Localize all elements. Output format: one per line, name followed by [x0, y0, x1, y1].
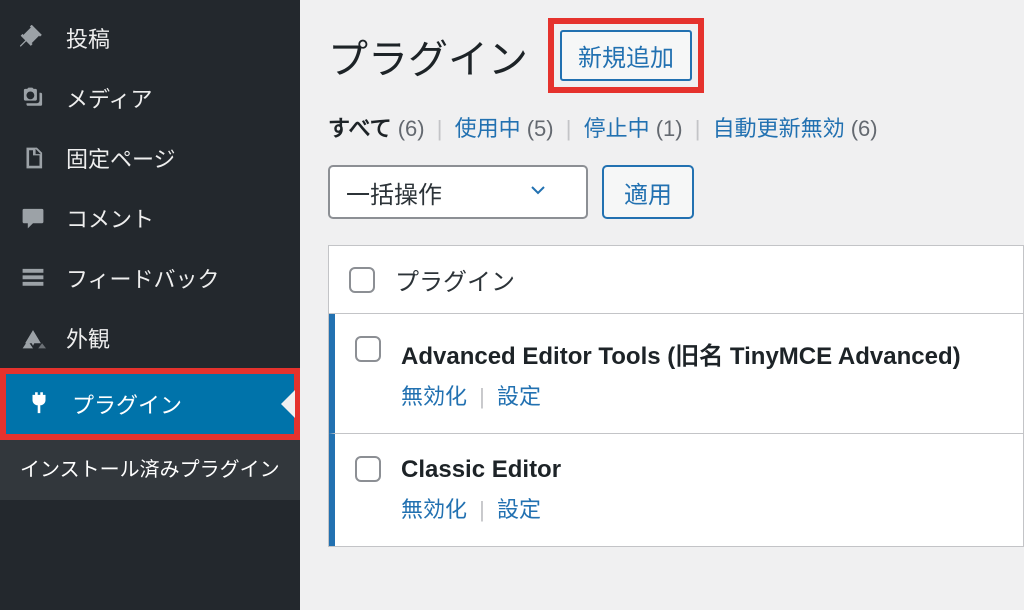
sidebar-item-label: 外観 [66, 322, 110, 354]
plugin-cell: Classic Editor 無効化 | 設定 [401, 456, 561, 524]
row-checkbox[interactable] [355, 456, 381, 482]
bulk-actions-row: 一括操作 適用 [328, 165, 1024, 219]
sidebar-item-label: 固定ページ [66, 142, 176, 174]
filter-active[interactable]: 使用中 (5) [455, 116, 554, 141]
sidebar-item-plugins[interactable]: プラグイン [6, 374, 294, 434]
plugin-icon [24, 389, 54, 419]
highlight-add-new: 新規追加 [548, 18, 704, 93]
feedback-icon [18, 263, 48, 293]
select-all-checkbox[interactable] [349, 267, 375, 293]
apply-button[interactable]: 適用 [602, 165, 694, 219]
sidebar-subitem-installed-plugins[interactable]: インストール済みプラグイン [0, 440, 300, 500]
sidebar-item-media[interactable]: メディア [0, 68, 300, 128]
plugin-actions: 無効化 | 設定 [401, 492, 561, 524]
sidebar-item-comments[interactable]: コメント [0, 188, 300, 248]
sidebar-item-label: プラグイン [72, 388, 182, 420]
deactivate-link[interactable]: 無効化 [401, 497, 467, 522]
sidebar-item-label: メディア [66, 82, 152, 114]
plugins-table: プラグイン Advanced Editor Tools (旧名 TinyMCE … [328, 245, 1024, 547]
plugin-cell: Advanced Editor Tools (旧名 TinyMCE Advanc… [401, 336, 961, 411]
sidebar-item-feedback[interactable]: フィードバック [0, 248, 300, 308]
settings-link[interactable]: 設定 [497, 384, 541, 409]
add-new-button[interactable]: 新規追加 [560, 30, 692, 81]
table-row: Classic Editor 無効化 | 設定 [329, 434, 1023, 546]
settings-link[interactable]: 設定 [497, 497, 541, 522]
plugin-name: Classic Editor [401, 456, 561, 484]
filter-inactive[interactable]: 停止中 (1) [584, 116, 683, 141]
media-icon [18, 83, 48, 113]
submenu-label: インストール済みプラグイン [20, 459, 280, 481]
filter-links: すべて (6) | 使用中 (5) | 停止中 (1) | 自動更新無効 (6) [328, 111, 1024, 143]
table-row: Advanced Editor Tools (旧名 TinyMCE Advanc… [329, 314, 1023, 434]
page-icon [18, 143, 48, 173]
main-content: プラグイン 新規追加 すべて (6) | 使用中 (5) | 停止中 (1) |… [300, 0, 1024, 610]
admin-sidebar: 投稿 メディア 固定ページ コメント フィードバック 外観 [0, 0, 300, 610]
column-header-plugin: プラグイン [395, 262, 515, 297]
highlight-plugins: プラグイン [0, 368, 300, 440]
sidebar-item-appearance[interactable]: 外観 [0, 308, 300, 368]
sidebar-item-label: コメント [66, 202, 154, 234]
page-header: プラグイン 新規追加 [328, 18, 1024, 93]
plugin-actions: 無効化 | 設定 [401, 379, 961, 411]
table-head: プラグイン [329, 246, 1023, 314]
filter-autoupdate-disabled[interactable]: 自動更新無効 (6) [713, 116, 878, 141]
row-checkbox[interactable] [355, 336, 381, 362]
sidebar-item-label: 投稿 [66, 22, 110, 54]
bulk-select-value: 一括操作 [346, 175, 442, 210]
pin-icon [18, 23, 48, 53]
bulk-action-select[interactable]: 一括操作 [328, 165, 588, 219]
comment-icon [18, 203, 48, 233]
sidebar-item-pages[interactable]: 固定ページ [0, 128, 300, 188]
filter-all[interactable]: すべて (6) [328, 116, 425, 141]
sidebar-item-label: フィードバック [66, 262, 220, 294]
chevron-down-icon [530, 182, 546, 203]
sidebar-item-posts[interactable]: 投稿 [0, 8, 300, 68]
appearance-icon [18, 323, 48, 353]
deactivate-link[interactable]: 無効化 [401, 384, 467, 409]
plugin-name: Advanced Editor Tools (旧名 TinyMCE Advanc… [401, 336, 961, 371]
page-title: プラグイン [328, 27, 528, 85]
